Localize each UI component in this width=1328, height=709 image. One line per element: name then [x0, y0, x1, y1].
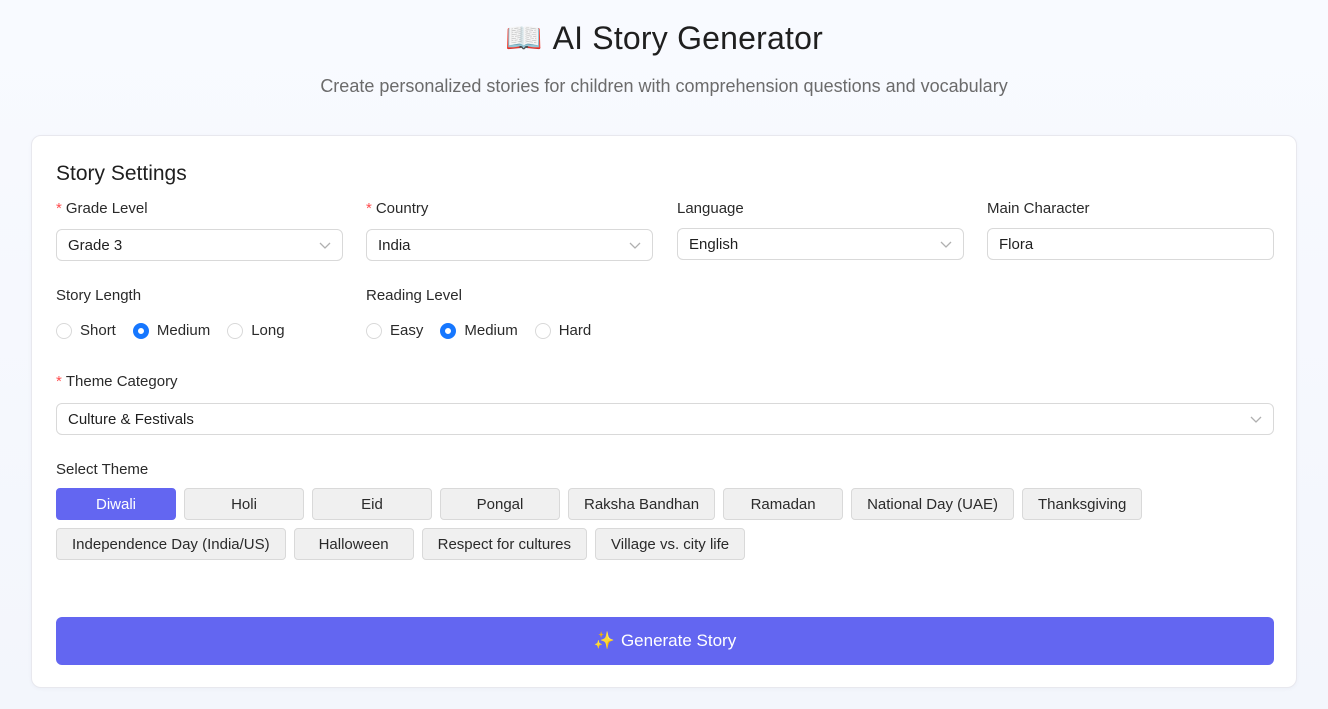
reading-level-label: Reading Level	[366, 287, 462, 304]
theme-chip-row: Independence Day (India/US) Halloween Re…	[56, 528, 1276, 560]
theme-chip-diwali[interactable]: Diwali	[56, 488, 176, 520]
required-mark: *	[366, 200, 372, 217]
sparkles-icon: ✨	[593, 631, 615, 650]
language-select[interactable]: English	[677, 228, 964, 260]
required-mark: *	[56, 373, 62, 390]
reading-level-hard-radio[interactable]: Hard	[534, 322, 591, 339]
generate-story-label: Generate Story	[620, 631, 737, 650]
story-settings-card: Story Settings * Grade Level * Country Lan…	[31, 135, 1297, 688]
radio-circle	[56, 322, 72, 339]
theme-chip-raksha-bandhan[interactable]: Raksha Bandhan	[568, 488, 716, 520]
theme-chip-ramadan[interactable]: Ramadan	[723, 488, 844, 520]
card-title: Story Settings	[56, 162, 187, 185]
language-label: Language	[677, 200, 744, 217]
theme-chip-respect-for-cultures[interactable]: Respect for cultures	[421, 528, 588, 560]
country-value: India	[378, 236, 411, 254]
theme-category-value: Culture & Festivals	[68, 410, 194, 428]
theme-chip-pongal[interactable]: Pongal	[440, 488, 560, 520]
radio-circle	[534, 322, 551, 339]
theme-chip-row: Diwali Holi Eid Pongal Raksha Bandhan Ra…	[56, 488, 1276, 520]
theme-category-select[interactable]: Culture & Festivals	[56, 403, 1274, 435]
story-length-short-radio[interactable]: Short	[56, 322, 116, 339]
reading-level-medium-radio[interactable]: Medium	[440, 322, 518, 339]
country-label: * Country	[366, 200, 429, 217]
story-length-long-radio[interactable]: Long	[227, 322, 285, 339]
story-length-label: Story Length	[56, 287, 142, 304]
country-select[interactable]: India	[366, 229, 653, 261]
grade-level-value: Grade 3	[68, 236, 123, 254]
theme-chip-holi[interactable]: Holi	[184, 488, 304, 520]
theme-chip-village-vs-city[interactable]: Village vs. city life	[595, 528, 746, 560]
main-character-value: Flora	[999, 235, 1034, 253]
reading-level-radio-group: Easy Medium Hard	[366, 322, 608, 339]
theme-chip-eid[interactable]: Eid	[312, 488, 432, 520]
main-character-label: Main Character	[987, 200, 1090, 217]
chevron-down-icon	[1250, 416, 1262, 423]
grade-level-label: * Grade Level	[56, 200, 148, 217]
radio-circle	[227, 322, 244, 339]
generate-story-button[interactable]: ✨ Generate Story	[56, 617, 1274, 665]
page-title-text: AI Story Generator	[552, 20, 823, 56]
theme-chips: Diwali Holi Eid Pongal Raksha Bandhan Ra…	[56, 488, 1276, 568]
required-mark: *	[56, 200, 62, 217]
language-value: English	[689, 235, 739, 253]
theme-chip-national-day[interactable]: National Day (UAE)	[851, 488, 1014, 520]
page-subtitle: Create personalized stories for children…	[320, 76, 1008, 96]
theme-chip-independence-day[interactable]: Independence Day (India/US)	[56, 528, 286, 560]
radio-circle-selected	[132, 322, 149, 339]
select-theme-label: Select Theme	[56, 461, 149, 478]
story-length-radio-group: Short Medium Long	[56, 322, 302, 339]
reading-level-easy-radio[interactable]: Easy	[366, 322, 423, 339]
grade-level-select[interactable]: Grade 3	[56, 229, 343, 261]
chevron-down-icon	[319, 242, 331, 249]
radio-circle	[366, 322, 382, 339]
theme-chip-halloween[interactable]: Halloween	[293, 528, 414, 560]
theme-chip-thanksgiving[interactable]: Thanksgiving	[1021, 488, 1143, 520]
chevron-down-icon	[629, 242, 641, 249]
story-length-medium-radio[interactable]: Medium	[132, 322, 210, 339]
page-title: 📖 AI Story Generator	[0, 20, 1328, 57]
main-character-input[interactable]: Flora	[987, 228, 1274, 260]
theme-category-label: * Theme Category	[56, 373, 178, 390]
book-icon: 📖	[505, 22, 543, 55]
chevron-down-icon	[940, 241, 952, 248]
radio-circle-selected	[440, 322, 457, 339]
